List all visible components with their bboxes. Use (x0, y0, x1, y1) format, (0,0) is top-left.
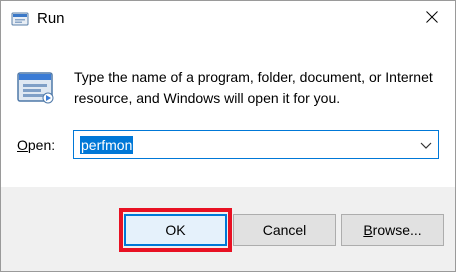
title-bar[interactable]: Run (1, 1, 455, 37)
browse-mnemonic: B (363, 222, 373, 238)
dialog-content: Type the name of a program, folder, docu… (1, 37, 455, 187)
ok-button[interactable]: OK (124, 214, 227, 246)
button-bar: OK Cancel Browse... (1, 187, 455, 271)
close-button[interactable] (409, 1, 455, 37)
browse-button[interactable]: Browse... (341, 214, 444, 246)
browse-label: rowse... (372, 222, 422, 238)
chevron-down-icon[interactable] (418, 137, 434, 153)
close-icon (426, 10, 438, 28)
run-dialog: Run Type the name of a program, folder, … (0, 0, 456, 272)
open-combobox[interactable]: perfmon (73, 130, 439, 159)
run-program-icon (15, 67, 55, 107)
open-input-value[interactable]: perfmon (80, 136, 134, 154)
cancel-button[interactable]: Cancel (233, 214, 336, 246)
run-app-icon (11, 11, 29, 27)
open-label-text: pen: (27, 137, 56, 153)
window-title: Run (37, 10, 65, 27)
open-label-mnemonic: O (17, 137, 28, 153)
open-label: Open: (17, 137, 55, 153)
dialog-description: Type the name of a program, folder, docu… (74, 69, 433, 106)
